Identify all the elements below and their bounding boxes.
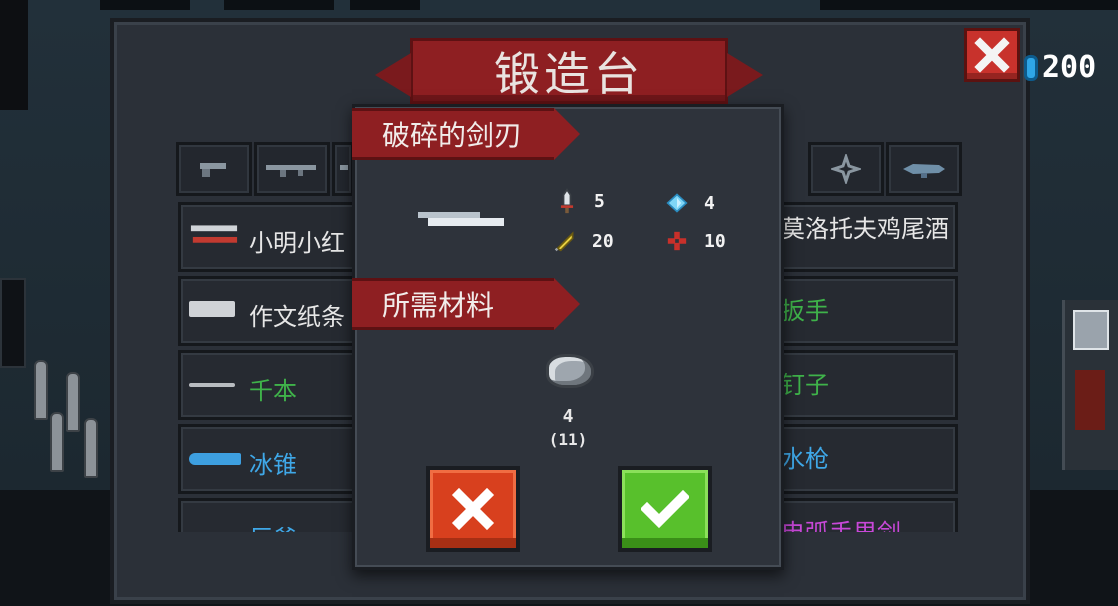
machine-screen (1073, 310, 1109, 350)
broken-blade-icon (418, 212, 504, 226)
title-banner: 锻造台 (375, 38, 763, 104)
forge-dialog (352, 104, 784, 570)
stat-value: 20 (592, 230, 614, 252)
background-cabinet (0, 278, 26, 368)
background-machine (1062, 300, 1118, 470)
recipe-name: 冰锥 (249, 451, 297, 479)
ore-icon (546, 354, 594, 388)
gem-icon (1024, 54, 1038, 81)
needle-icon (189, 383, 235, 387)
recipe-name: 电弧手里剑 (781, 519, 957, 532)
stat-value: 4 (704, 192, 715, 214)
page-title: 锻造台 (494, 47, 644, 101)
tab-fish-gun[interactable] (886, 142, 962, 196)
diamond-icon (666, 193, 688, 213)
machine-part (1075, 370, 1105, 430)
recipe-name: 扳手 (781, 297, 829, 325)
paper-icon (189, 301, 235, 317)
weapon-icon (340, 165, 348, 170)
stat-energy: 4 (666, 190, 715, 216)
item-name: 破碎的剑刃 (382, 119, 523, 152)
pistol-icon (200, 163, 226, 177)
recipe-name: 巨斧 (249, 519, 297, 532)
checkmark-icon (641, 489, 689, 529)
crosshair-icon (667, 231, 687, 251)
ceiling-light (224, 0, 334, 10)
gas-tank (34, 360, 48, 420)
stat-value: 10 (704, 230, 726, 252)
gas-tank (84, 418, 98, 478)
recipe-name: 小明小红 (249, 229, 345, 257)
material-required: 4 (562, 406, 574, 427)
background-pillar (0, 0, 28, 110)
cancel-button[interactable] (426, 466, 520, 552)
stat-damage: 5 (556, 188, 605, 214)
shuriken-icon (831, 154, 861, 184)
fish-gun-icon (903, 164, 945, 178)
tab-rifle[interactable] (254, 142, 330, 196)
ice-icon (189, 453, 241, 465)
ceiling-light (100, 0, 190, 10)
recipe-name: 作文纸条 (249, 303, 345, 331)
material-owned: (11) (548, 430, 588, 449)
close-button[interactable] (964, 28, 1020, 82)
ceiling-light (820, 0, 1118, 10)
materials-ribbon: 所需材料 (352, 278, 580, 330)
close-icon (451, 487, 495, 531)
gem-counter: 200 (1024, 50, 1096, 85)
category-tabs (176, 142, 962, 196)
recipe-name: 千本 (249, 377, 297, 405)
recipe-name: 水枪 (781, 445, 829, 473)
close-icon (974, 37, 1010, 73)
stat-accuracy: 10 (666, 228, 726, 254)
tab-weapon[interactable] (332, 142, 354, 196)
crit-icon (554, 231, 574, 252)
gas-tank (50, 412, 64, 472)
materials-label: 所需材料 (382, 289, 495, 322)
item-name-ribbon: 破碎的剑刃 (352, 108, 580, 160)
recipe-name: 钉子 (781, 371, 829, 399)
stat-crit: 20 (554, 228, 614, 254)
weapon-icon (190, 225, 238, 243)
tab-pistol[interactable] (176, 142, 252, 196)
gas-tank (66, 372, 80, 432)
tab-shuriken[interactable] (808, 142, 884, 196)
ceiling-light (350, 0, 420, 10)
rifle-icon (266, 165, 316, 177)
stat-value: 5 (594, 190, 605, 212)
recipe-name: 莫洛托夫鸡尾酒 (781, 215, 949, 243)
gem-count: 200 (1042, 50, 1097, 85)
confirm-button[interactable] (618, 466, 712, 552)
sword-icon (560, 188, 574, 214)
